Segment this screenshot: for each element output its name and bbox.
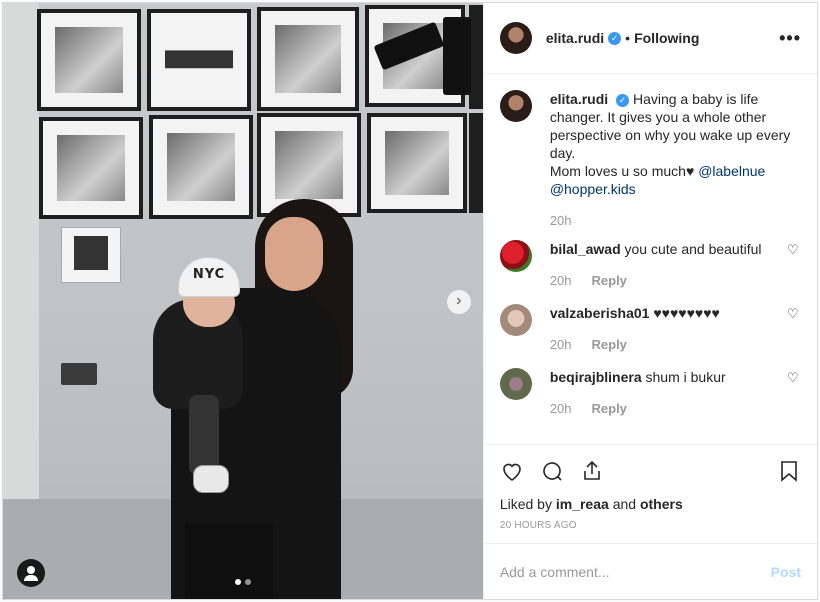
liked-by-user[interactable]: im_reaa xyxy=(556,496,609,512)
verified-icon: ✓ xyxy=(608,31,622,45)
add-comment-bar: Post xyxy=(483,543,817,599)
comment-icon[interactable] xyxy=(540,459,564,483)
chevron-right-icon[interactable]: › xyxy=(446,290,471,314)
comment-item: bilal_awad you cute and beautiful 20h Re… xyxy=(499,240,801,290)
avatar[interactable] xyxy=(499,90,532,122)
comment-item: beqirajblinera shum i bukur 20h Reply ♡ xyxy=(499,368,801,418)
caption-username[interactable]: elita.rudi xyxy=(550,91,608,107)
action-bar xyxy=(483,444,817,496)
wall-photo-frame xyxy=(469,113,483,213)
reply-button[interactable]: Reply xyxy=(592,272,627,290)
heart-icon[interactable] xyxy=(500,459,524,483)
likes-others-link[interactable]: others xyxy=(640,496,683,512)
more-options-icon[interactable]: ••• xyxy=(779,28,801,49)
woman-face xyxy=(265,217,323,291)
header-username[interactable]: elita.rudi xyxy=(546,30,604,46)
avatar[interactable] xyxy=(499,368,532,400)
avatar[interactable] xyxy=(499,304,532,336)
wall-panel xyxy=(61,227,121,283)
carousel-dot xyxy=(235,579,241,585)
avatar[interactable] xyxy=(499,240,532,272)
likes-joiner: and xyxy=(612,496,637,512)
following-button[interactable]: Following xyxy=(634,30,699,46)
bookmark-icon[interactable] xyxy=(777,459,801,483)
comment-username[interactable]: beqirajblinera xyxy=(550,369,642,385)
mention-link[interactable]: @hopper.kids xyxy=(550,181,636,197)
reply-button[interactable]: Reply xyxy=(592,400,627,418)
post-header: elita.rudi ✓ • Following ••• xyxy=(483,3,817,74)
heart-icon[interactable]: ♡ xyxy=(787,306,801,354)
header-separator: • xyxy=(625,30,631,46)
reply-button[interactable]: Reply xyxy=(592,336,627,354)
wall-photo-frame xyxy=(39,117,143,219)
post-side-panel: elita.rudi ✓ • Following ••• elita.rudi … xyxy=(482,3,817,599)
comment-list: elita.rudi ✓ Having a baby is life chang… xyxy=(484,74,817,444)
comment-time[interactable]: 20h xyxy=(550,272,572,290)
comment-username[interactable]: bilal_awad xyxy=(550,241,621,257)
wall-photo-frame xyxy=(147,9,251,111)
wall-photo-frame xyxy=(37,9,141,111)
wall-photo-frame xyxy=(469,5,483,109)
share-icon[interactable] xyxy=(580,459,604,483)
wall-photo-frame xyxy=(367,113,467,213)
post-button[interactable]: Post xyxy=(771,564,801,580)
comment-text: shum i bukur xyxy=(645,369,726,385)
comment-time[interactable]: 20h xyxy=(550,400,572,418)
comment-username[interactable]: valzaberisha01 xyxy=(550,305,650,321)
post-photo[interactable]: NYC › xyxy=(3,3,483,599)
likes-prefix: Liked by xyxy=(499,496,552,512)
baby-shoe xyxy=(193,465,229,493)
carousel-dot xyxy=(245,579,251,585)
woman-legs xyxy=(185,523,273,599)
mention-link[interactable]: @labelnue xyxy=(698,163,765,179)
carousel-dots xyxy=(235,579,251,585)
caption-line2: Mom loves u so much♥ xyxy=(549,163,695,179)
comment-input[interactable] xyxy=(499,563,771,580)
comment-time[interactable]: 20h xyxy=(550,336,572,354)
wall-outlet xyxy=(61,363,97,385)
comment-item: valzaberisha01 ♥♥♥♥♥♥♥♥ 20h Reply ♡ xyxy=(499,304,801,354)
avatar[interactable] xyxy=(499,22,532,54)
heart-icon[interactable]: ♡ xyxy=(787,242,801,290)
heart-icon[interactable]: ♡ xyxy=(787,370,801,418)
wall-photo-frame xyxy=(149,115,253,219)
post-modal: NYC › elita.rudi ✓ • Following ••• elita… xyxy=(2,2,818,600)
wall-photo-frame xyxy=(257,7,359,111)
spotlight-mount xyxy=(443,17,471,95)
caption-time[interactable]: 20h xyxy=(550,212,572,230)
baby-legs xyxy=(189,395,219,475)
comment-text: you cute and beautiful xyxy=(624,241,762,257)
likes-summary: Liked by im_reaa and others xyxy=(484,496,817,512)
caption: elita.rudi ✓ Having a baby is life chang… xyxy=(499,90,801,230)
comment-text: ♥♥♥♥♥♥♥♥ xyxy=(653,305,720,321)
verified-icon: ✓ xyxy=(616,93,630,107)
post-timestamp[interactable]: 20 HOURS AGO xyxy=(484,512,817,543)
user-tag-icon[interactable] xyxy=(17,559,45,587)
